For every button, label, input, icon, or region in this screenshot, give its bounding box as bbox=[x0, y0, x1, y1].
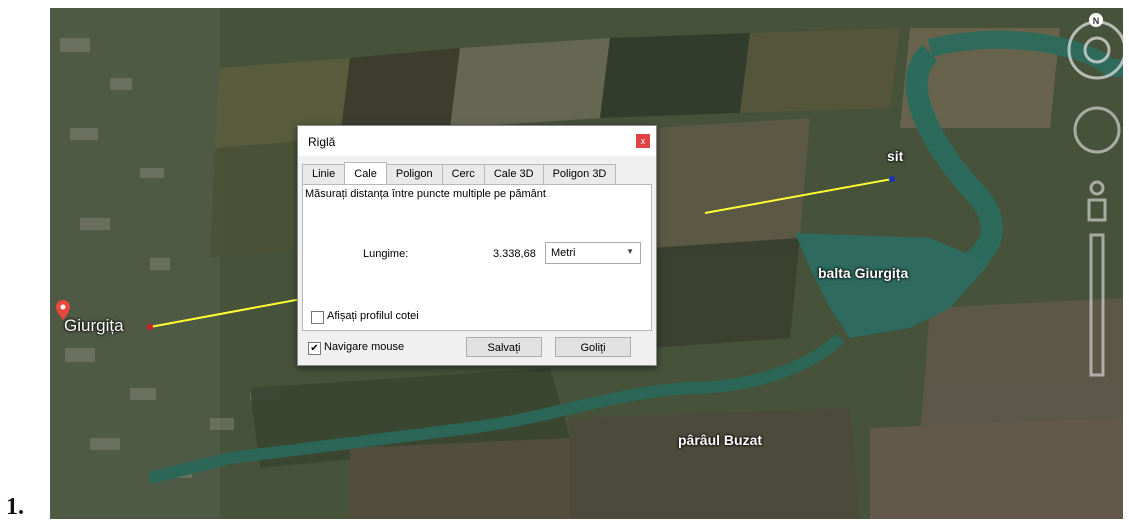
start-point-marker bbox=[147, 324, 153, 330]
save-button[interactable]: Salvați bbox=[466, 337, 542, 357]
place-label-giurgita: Giurgița bbox=[64, 316, 124, 335]
compass-north-label: N bbox=[1093, 16, 1100, 26]
dialog-title: Riglă bbox=[308, 135, 336, 149]
zoom-slider[interactable] bbox=[1089, 233, 1105, 377]
look-joystick-icon[interactable] bbox=[1073, 106, 1121, 154]
elevation-profile-checkbox[interactable] bbox=[311, 311, 324, 324]
figure-number: 1. bbox=[6, 494, 24, 520]
clear-button[interactable]: Goliți bbox=[555, 337, 631, 357]
end-point-marker bbox=[889, 176, 895, 182]
dialog-titlebar[interactable]: Riglă x bbox=[298, 126, 656, 156]
unit-select[interactable]: Metri ▼ bbox=[545, 242, 641, 264]
street-view-person-icon[interactable] bbox=[1089, 180, 1105, 196]
tab-poligon-3d[interactable]: Poligon 3D bbox=[542, 164, 617, 184]
ruler-dialog: Riglă x Linie Cale Poligon Cerc Cale 3D … bbox=[297, 125, 657, 366]
measure-description: Măsurați distanța între puncte multiple … bbox=[305, 188, 546, 200]
map-navigation-controls[interactable]: N bbox=[1063, 10, 1123, 390]
dialog-footer: ✔ Navigare mouse Salvați Goliți bbox=[298, 334, 656, 362]
label-sit: sit bbox=[887, 148, 904, 164]
length-value: 3.338,68 bbox=[493, 248, 536, 260]
chevron-down-icon: ▼ bbox=[626, 247, 634, 256]
mouse-navigation-checkbox[interactable]: ✔ bbox=[308, 342, 321, 355]
mouse-navigation-label[interactable]: Navigare mouse bbox=[324, 341, 404, 353]
unit-select-value: Metri bbox=[551, 247, 576, 259]
close-button[interactable]: x bbox=[636, 134, 650, 148]
length-label: Lungime: bbox=[363, 248, 409, 260]
tab-linie[interactable]: Linie bbox=[302, 164, 346, 184]
tab-cale[interactable]: Cale bbox=[344, 162, 387, 184]
tab-cale-3d[interactable]: Cale 3D bbox=[483, 164, 544, 184]
tab-cerc[interactable]: Cerc bbox=[441, 164, 485, 184]
label-paraul-buzat: pârâul Buzat bbox=[678, 432, 763, 448]
ruler-tabs: Linie Cale Poligon Cerc Cale 3D Poligon … bbox=[302, 162, 617, 184]
label-balta-giurgita: balta Giurgița bbox=[818, 265, 909, 281]
tab-panel-cale: Măsurați distanța între puncte multiple … bbox=[302, 184, 652, 331]
tab-poligon[interactable]: Poligon bbox=[385, 164, 443, 184]
elevation-profile-label[interactable]: Afișați profilul cotei bbox=[327, 310, 419, 322]
